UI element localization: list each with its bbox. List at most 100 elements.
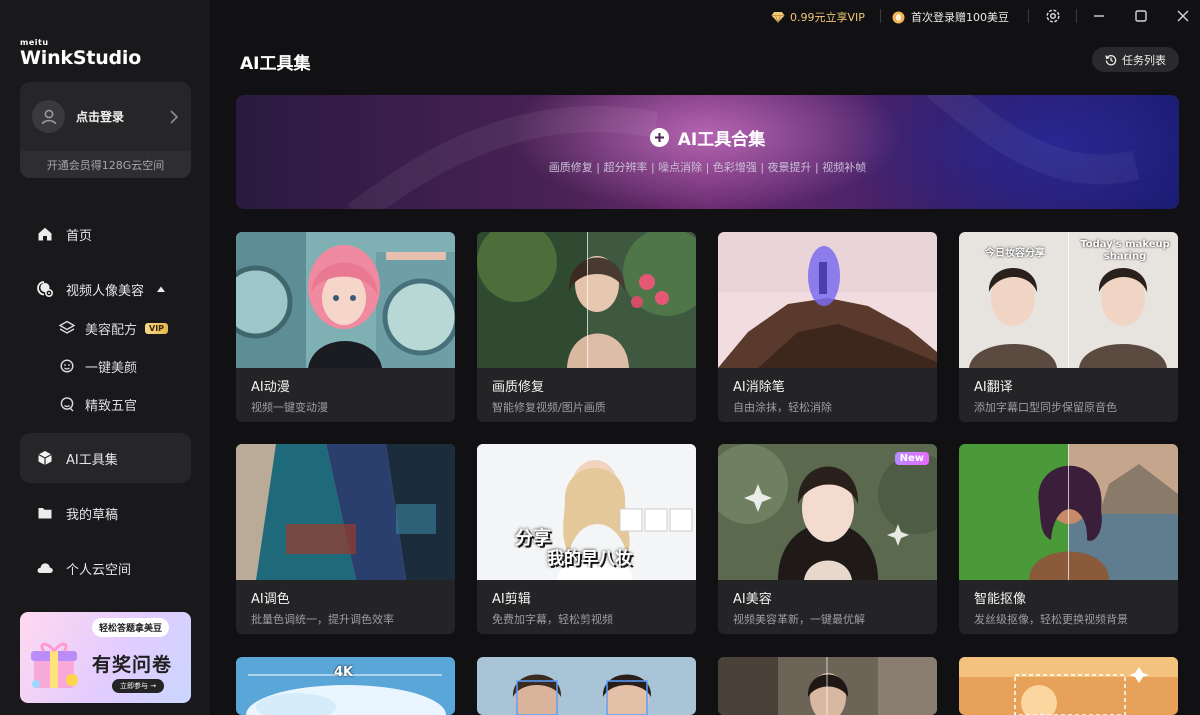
card-thumbnail: New bbox=[718, 444, 937, 580]
card-title: AI美容 bbox=[733, 592, 772, 607]
card-thumbnail bbox=[236, 232, 455, 368]
tool-card-ai-translate[interactable]: 今日妆容分享 Today's makeup sharing AI翻译 添加字幕口… bbox=[959, 232, 1178, 422]
card-description: 视频一键变动漫 bbox=[251, 401, 328, 414]
card-thumbnail: 今日妆容分享 Today's makeup sharing bbox=[959, 232, 1178, 368]
card-thumbnail bbox=[236, 444, 455, 580]
card-title: AI动漫 bbox=[251, 380, 290, 395]
divider bbox=[1028, 9, 1029, 23]
vip-offer-link[interactable]: 0.99元立享VIP bbox=[771, 9, 865, 25]
label-4k: 4K bbox=[334, 665, 354, 680]
ai-tools-collection-banner[interactable]: AI工具合集 画质修复 | 超分辨率 | 噪点消除 | 色彩增强 | 夜景提升 … bbox=[236, 95, 1179, 209]
sidebar-subitem-label: 一键美颜 bbox=[85, 360, 138, 376]
banner-subtitle: 画质修复 | 超分辨率 | 噪点消除 | 色彩增强 | 夜景提升 | 视频补帧 bbox=[548, 161, 867, 174]
login-row[interactable]: 点击登录 bbox=[20, 82, 191, 151]
tool-card-quality-repair[interactable]: 画质修复 智能修复视频/图片画质 bbox=[477, 232, 696, 422]
close-icon bbox=[1177, 10, 1189, 22]
sidebar-item-label: AI工具集 bbox=[66, 452, 118, 468]
sidebar-item-label: 视频人像美容 bbox=[66, 283, 145, 299]
card-description: 免费加字幕，轻松剪视频 bbox=[492, 613, 613, 626]
card-description: 发丝级抠像，轻松更换视频背景 bbox=[974, 613, 1128, 626]
caret-up-icon[interactable] bbox=[156, 285, 166, 293]
app-logo: meitu WinkStudio bbox=[20, 38, 141, 69]
user-icon bbox=[41, 109, 56, 124]
compare-divider bbox=[1068, 232, 1069, 368]
banner-title: AI工具合集 bbox=[236, 125, 1179, 150]
folder-icon bbox=[36, 504, 54, 522]
vip-offer-label: 0.99元立享VIP bbox=[790, 11, 865, 24]
tool-card-ai-color[interactable]: AI调色 批量色调统一，提升调色效率 bbox=[236, 444, 455, 634]
tool-card-ai-anime[interactable]: AI动漫 视频一键变动漫 bbox=[236, 232, 455, 422]
cloud-icon bbox=[36, 559, 54, 577]
settings-button[interactable] bbox=[1042, 6, 1064, 26]
member-tip[interactable]: 开通会员得128G云空间 bbox=[20, 151, 191, 178]
caption-english: Today's makeup sharing bbox=[1080, 239, 1170, 262]
promo-pill: 轻松答题拿美豆 bbox=[92, 618, 170, 637]
sidebar-subitem-one-click[interactable]: 一键美颜 bbox=[58, 352, 137, 380]
compare-divider bbox=[587, 232, 588, 368]
card-thumbnail bbox=[959, 657, 1178, 715]
cube-icon bbox=[36, 449, 54, 467]
sidebar-subitem-beauty-formula[interactable]: 美容配方 VIP bbox=[58, 314, 169, 342]
promo-headline: 有奖问卷 bbox=[92, 654, 173, 676]
task-list-label: 任务列表 bbox=[1122, 53, 1166, 67]
tool-card-ai-edit[interactable]: 分享 我的早八妆 AI剪辑 免费加字幕，轻松剪视频 bbox=[477, 444, 696, 634]
card-thumbnail bbox=[718, 232, 937, 368]
tool-card-4k[interactable]: 4K bbox=[236, 657, 455, 715]
compare-divider bbox=[1068, 444, 1069, 580]
sidebar-item-drafts[interactable]: 我的草稿 bbox=[20, 488, 191, 538]
sidebar-item-cloud[interactable]: 个人云空间 bbox=[20, 543, 191, 593]
card-description: 智能修复视频/图片画质 bbox=[492, 401, 606, 414]
face-outline-icon bbox=[58, 395, 76, 413]
maximize-icon bbox=[1135, 10, 1147, 22]
tool-card-ai-beauty[interactable]: New AI美容 视频美容革新，一键最优解 bbox=[718, 444, 937, 634]
login-card[interactable]: 点击登录 开通会员得128G云空间 bbox=[20, 82, 191, 178]
promo-join-button[interactable]: 立即参与 → bbox=[112, 679, 165, 693]
login-label[interactable]: 点击登录 bbox=[76, 108, 124, 125]
layers-icon bbox=[58, 319, 76, 337]
divider bbox=[1076, 9, 1077, 23]
sidebar-subitem-features[interactable]: 精致五官 bbox=[58, 390, 137, 418]
maximize-button[interactable] bbox=[1130, 6, 1152, 26]
sidebar-item-label: 个人云空间 bbox=[66, 562, 132, 578]
tool-card-partial-street[interactable] bbox=[718, 657, 937, 715]
card-title: AI翻译 bbox=[974, 380, 1013, 395]
card-thumbnail bbox=[718, 657, 937, 715]
card-title: AI剪辑 bbox=[492, 592, 531, 607]
tool-card-ai-eraser[interactable]: AI消除笔 自由涂抹，轻松消除 bbox=[718, 232, 937, 422]
card-title: 智能抠像 bbox=[974, 592, 1027, 607]
gear-icon bbox=[1046, 9, 1060, 23]
logo-meitu: meitu bbox=[20, 38, 49, 47]
history-icon bbox=[1105, 54, 1117, 66]
card-thumbnail: 分享 我的早八妆 bbox=[477, 444, 696, 580]
card-thumbnail bbox=[959, 444, 1178, 580]
avatar[interactable] bbox=[32, 100, 65, 133]
questionnaire-banner[interactable]: 轻松答题拿美豆 有奖问卷 立即参与 → bbox=[20, 612, 191, 703]
task-list-button[interactable]: 任务列表 bbox=[1092, 47, 1179, 72]
chevron-right-icon[interactable] bbox=[169, 110, 179, 124]
new-badge: New bbox=[894, 452, 929, 465]
minimize-icon bbox=[1094, 15, 1104, 17]
caption-chinese: 今日妆容分享 bbox=[985, 248, 1045, 259]
close-button[interactable] bbox=[1172, 6, 1194, 26]
sidebar-item-portrait[interactable]: 视频人像美容 bbox=[20, 264, 191, 314]
card-description: 视频美容革新，一键最优解 bbox=[733, 613, 865, 626]
logo-winkstudio: WinkStudio bbox=[20, 47, 142, 69]
card-description: 自由涂抹，轻松消除 bbox=[733, 401, 832, 414]
sidebar: meitu WinkStudio 点击登录 开通会员得128G云空间 首页 视频… bbox=[0, 0, 210, 715]
sidebar-item-label: 首页 bbox=[66, 228, 93, 244]
tool-card-partial-sunset[interactable] bbox=[959, 657, 1178, 715]
banner-decoration bbox=[347, 95, 1140, 209]
sidebar-item-label: 我的草稿 bbox=[66, 507, 119, 523]
sidebar-item-home[interactable]: 首页 bbox=[20, 209, 191, 259]
card-description: 批量色调统一，提升调色效率 bbox=[251, 613, 394, 626]
home-icon bbox=[36, 225, 54, 243]
face-gear-icon bbox=[36, 280, 54, 298]
tool-card-partial-faces[interactable] bbox=[477, 657, 696, 715]
sidebar-item-ai-tools[interactable]: AI工具集 bbox=[20, 433, 191, 483]
title-bar: 0.99元立享VIP 首次登录赠100美豆 bbox=[210, 0, 1200, 32]
tool-card-smart-cutout[interactable]: 智能抠像 发丝级抠像，轻松更换视频背景 bbox=[959, 444, 1178, 634]
minimize-button[interactable] bbox=[1088, 6, 1110, 26]
overlay-text-share: 分享 bbox=[515, 528, 551, 549]
vip-badge: VIP bbox=[145, 322, 169, 334]
beans-offer-link[interactable]: 首次登录赠100美豆 bbox=[892, 9, 1009, 25]
